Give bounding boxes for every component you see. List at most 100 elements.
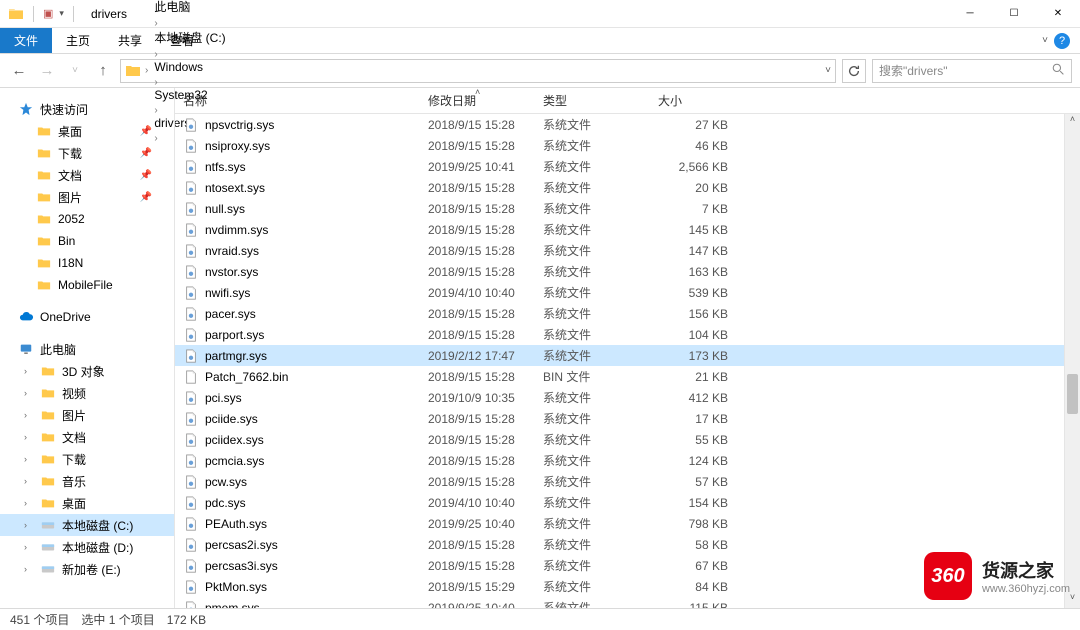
file-row[interactable]: ntfs.sys 2019/9/25 10:41 系统文件 2,566 KB (175, 156, 1080, 177)
col-date[interactable]: 修改日期 (428, 92, 543, 109)
file-icon (183, 432, 199, 448)
file-name: pciide.sys (205, 412, 258, 426)
sidebar-item[interactable]: ›本地磁盘 (D:) (0, 536, 174, 558)
file-name: pcw.sys (205, 475, 247, 489)
sidebar-item[interactable]: I18N (0, 252, 174, 274)
sidebar-item[interactable]: MobileFile (0, 274, 174, 296)
close-button[interactable]: ✕ (1036, 0, 1080, 28)
sidebar-thispc[interactable]: 此电脑 (0, 338, 174, 360)
sidebar-item[interactable]: 图片📌 (0, 186, 174, 208)
expand-ribbon-icon[interactable]: ˅ (1042, 35, 1048, 46)
chevron-right-icon[interactable]: › (152, 18, 159, 29)
qat-icon[interactable]: ▣ (43, 7, 53, 20)
sidebar-item[interactable]: ›3D 对象 (0, 360, 174, 382)
file-row[interactable]: npsvctrig.sys 2018/9/15 15:28 系统文件 27 KB (175, 114, 1080, 135)
breadcrumb-segment[interactable]: 此电脑 (152, 0, 227, 15)
vertical-scrollbar[interactable]: ˄ ˅ (1064, 114, 1080, 608)
breadcrumb-segment[interactable]: 本地磁盘 (C:) (152, 29, 227, 46)
refresh-button[interactable] (842, 59, 866, 83)
sidebar-item[interactable]: ›桌面 (0, 492, 174, 514)
sidebar-quick-access[interactable]: 快速访问 (0, 98, 174, 120)
file-row[interactable]: parport.sys 2018/9/15 15:28 系统文件 104 KB (175, 324, 1080, 345)
item-icon (40, 451, 56, 467)
expand-icon[interactable]: › (24, 564, 34, 574)
file-size: 798 KB (658, 517, 738, 531)
file-size: 58 KB (658, 538, 738, 552)
file-size: 147 KB (658, 244, 738, 258)
file-size: 412 KB (658, 391, 738, 405)
sidebar-item[interactable]: ›本地磁盘 (C:) (0, 514, 174, 536)
sidebar-item[interactable]: Bin (0, 230, 174, 252)
sidebar-item[interactable]: ›图片 (0, 404, 174, 426)
search-input[interactable]: 搜索"drivers" (872, 59, 1072, 83)
scroll-up-icon[interactable]: ˄ (1065, 114, 1080, 130)
sidebar-item[interactable]: ›新加卷 (E:) (0, 558, 174, 580)
file-row[interactable]: pacer.sys 2018/9/15 15:28 系统文件 156 KB (175, 303, 1080, 324)
sidebar-item[interactable]: 2052 (0, 208, 174, 230)
column-headers[interactable]: ˄ 名称 修改日期 类型 大小 (175, 88, 1080, 114)
sidebar-item[interactable]: ›下载 (0, 448, 174, 470)
item-icon (40, 473, 56, 489)
file-row[interactable]: partmgr.sys 2019/2/12 17:47 系统文件 173 KB (175, 345, 1080, 366)
maximize-button[interactable]: ☐ (992, 0, 1036, 28)
file-row[interactable]: pciidex.sys 2018/9/15 15:28 系统文件 55 KB (175, 429, 1080, 450)
file-row[interactable]: PEAuth.sys 2019/9/25 10:40 系统文件 798 KB (175, 513, 1080, 534)
file-type: 系统文件 (543, 452, 658, 469)
file-name: nvraid.sys (205, 244, 259, 258)
file-size: 156 KB (658, 307, 738, 321)
help-icon[interactable]: ? (1054, 33, 1070, 49)
file-row[interactable]: pcw.sys 2018/9/15 15:28 系统文件 57 KB (175, 471, 1080, 492)
expand-icon[interactable]: › (24, 520, 34, 530)
col-size[interactable]: 大小 (658, 92, 738, 109)
file-date: 2018/9/15 15:28 (428, 118, 543, 132)
sidebar-item[interactable]: 桌面📌 (0, 120, 174, 142)
recent-dropdown-icon[interactable]: ˅ (64, 65, 86, 76)
expand-icon[interactable]: › (24, 388, 34, 398)
address-bar[interactable]: › 此电脑›本地磁盘 (C:)›Windows›System32›drivers… (120, 59, 836, 83)
file-row[interactable]: Patch_7662.bin 2018/9/15 15:28 BIN 文件 21… (175, 366, 1080, 387)
col-name[interactable]: 名称 (183, 92, 428, 109)
sidebar-item[interactable]: 文档📌 (0, 164, 174, 186)
tab-home[interactable]: 主页 (52, 28, 104, 53)
sidebar-item[interactable]: 下载📌 (0, 142, 174, 164)
minimize-button[interactable]: ─ (948, 0, 992, 28)
file-row[interactable]: pci.sys 2019/10/9 10:35 系统文件 412 KB (175, 387, 1080, 408)
expand-icon[interactable]: › (24, 432, 34, 442)
file-row[interactable]: ntosext.sys 2018/9/15 15:28 系统文件 20 KB (175, 177, 1080, 198)
watermark-url: www.360hyzj.com (982, 583, 1070, 595)
expand-icon[interactable]: › (24, 476, 34, 486)
status-bar: 451 个项目 选中 1 个项目 172 KB (0, 608, 1080, 630)
qat-dropdown-icon[interactable]: ▾ (59, 8, 64, 19)
expand-icon[interactable]: › (24, 542, 34, 552)
sidebar-onedrive[interactable]: OneDrive (0, 306, 174, 328)
file-row[interactable]: pcmcia.sys 2018/9/15 15:28 系统文件 124 KB (175, 450, 1080, 471)
expand-icon[interactable]: › (24, 454, 34, 464)
up-button[interactable]: ↑ (92, 62, 114, 79)
file-row[interactable]: pciide.sys 2018/9/15 15:28 系统文件 17 KB (175, 408, 1080, 429)
sidebar-item[interactable]: ›音乐 (0, 470, 174, 492)
expand-icon[interactable]: › (24, 498, 34, 508)
file-row[interactable]: nwifi.sys 2019/4/10 10:40 系统文件 539 KB (175, 282, 1080, 303)
file-icon (183, 243, 199, 259)
file-row[interactable]: nvdimm.sys 2018/9/15 15:28 系统文件 145 KB (175, 219, 1080, 240)
chevron-right-icon[interactable]: › (143, 65, 150, 76)
expand-icon[interactable]: › (24, 366, 34, 376)
chevron-right-icon[interactable]: › (152, 49, 159, 60)
file-row[interactable]: pdc.sys 2019/4/10 10:40 系统文件 154 KB (175, 492, 1080, 513)
file-row[interactable]: nvraid.sys 2018/9/15 15:28 系统文件 147 KB (175, 240, 1080, 261)
sidebar-item[interactable]: ›文档 (0, 426, 174, 448)
forward-button[interactable]: → (36, 62, 58, 79)
scroll-thumb[interactable] (1067, 374, 1078, 414)
chevron-right-icon[interactable]: › (152, 77, 159, 88)
col-type[interactable]: 类型 (543, 92, 658, 109)
expand-icon[interactable]: › (24, 410, 34, 420)
file-row[interactable]: nvstor.sys 2018/9/15 15:28 系统文件 163 KB (175, 261, 1080, 282)
back-button[interactable]: ← (8, 62, 30, 79)
file-row[interactable]: null.sys 2018/9/15 15:28 系统文件 7 KB (175, 198, 1080, 219)
tab-file[interactable]: 文件 (0, 28, 52, 53)
address-dropdown-icon[interactable]: ˅ (825, 65, 831, 76)
tab-share[interactable]: 共享 (104, 28, 156, 53)
breadcrumb-segment[interactable]: Windows (152, 60, 227, 74)
file-row[interactable]: nsiproxy.sys 2018/9/15 15:28 系统文件 46 KB (175, 135, 1080, 156)
sidebar-item[interactable]: ›视频 (0, 382, 174, 404)
